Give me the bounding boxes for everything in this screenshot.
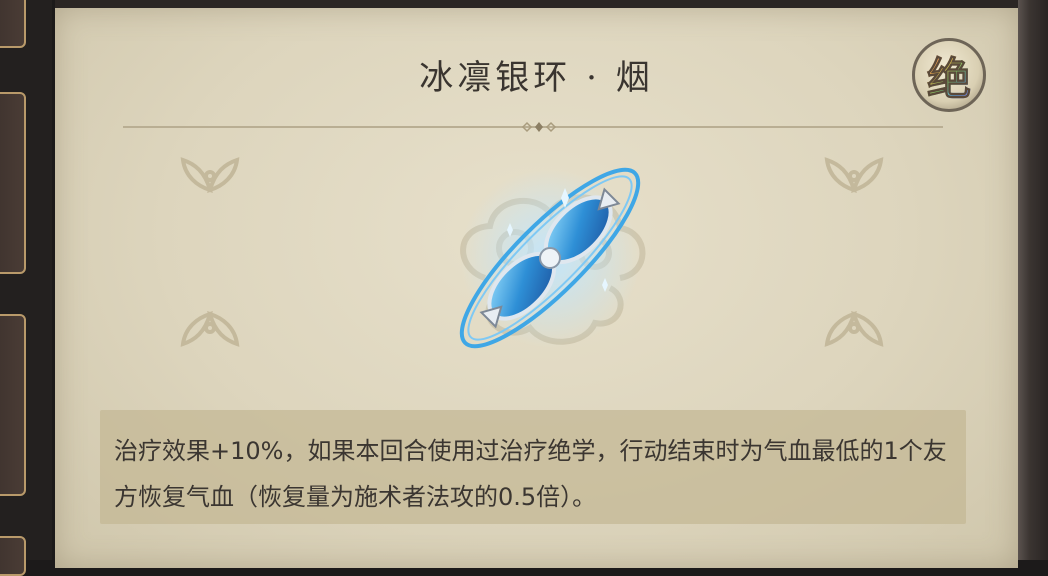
- leaf-flourish-icon: [824, 157, 884, 193]
- item-title: 冰凛银环 · 烟: [419, 58, 654, 98]
- right-frame: [1018, 0, 1048, 560]
- diamond-ornament-icon: [521, 121, 557, 133]
- item-description: 治疗效果+10%，如果本回合使用过治疗绝学，行动结束时为气血最低的1个友方恢复气…: [114, 437, 947, 511]
- panel-top-edge: [55, 0, 1018, 8]
- leaf-flourish-icon: [180, 311, 240, 347]
- description-box: 治疗效果+10%，如果本回合使用过治疗绝学，行动结束时为气血最低的1个友方恢复气…: [100, 410, 966, 524]
- rarity-glyph: 绝: [927, 43, 972, 107]
- item-detail-panel: 冰凛银环 · 烟 绝 治疗效果+10%，如果本回合使用过治疗绝学，行动结束时为气…: [55, 8, 1018, 568]
- side-card-bottom[interactable]: [0, 536, 26, 576]
- blue-crystal-ring-icon: [459, 167, 646, 349]
- side-card-1[interactable]: [0, 92, 26, 274]
- side-card-top[interactable]: [0, 0, 26, 48]
- rarity-badge: 绝: [912, 38, 986, 112]
- left-side-strip: [0, 0, 52, 576]
- leaf-flourish-icon: [824, 311, 884, 347]
- side-card-2[interactable]: [0, 314, 26, 496]
- leaf-flourish-icon: [180, 157, 240, 193]
